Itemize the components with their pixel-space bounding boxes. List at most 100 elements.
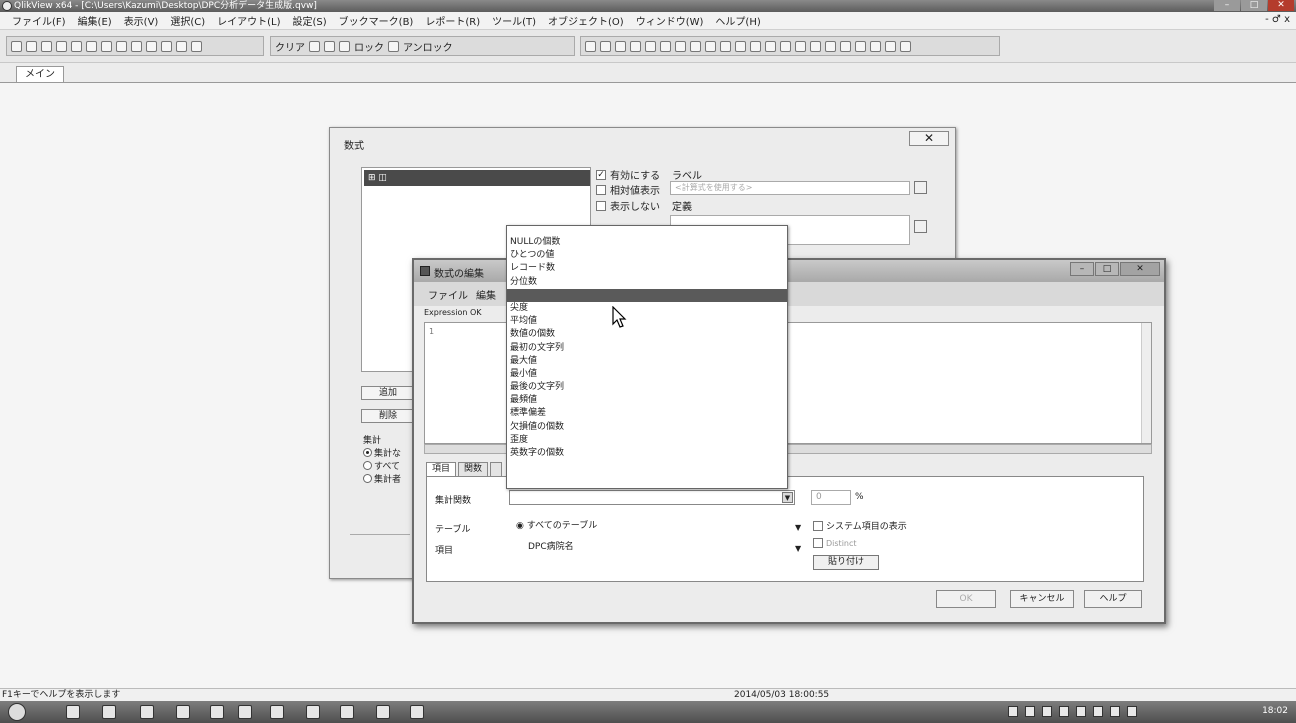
distinct-checkbox[interactable]: [813, 538, 823, 548]
multibox-icon[interactable]: [630, 40, 641, 52]
align-bottom-icon[interactable]: [870, 40, 881, 52]
distinct-checkbox-row[interactable]: Distinct: [813, 538, 857, 548]
open-icon[interactable]: [26, 40, 37, 52]
paste-icon[interactable]: [101, 40, 112, 52]
app-icon[interactable]: [340, 705, 354, 719]
dropdown-option[interactable]: レコード数: [507, 262, 787, 275]
menu-help[interactable]: ヘルプ(H): [709, 13, 766, 28]
chevron-down-icon[interactable]: ▼: [795, 544, 801, 553]
sheet-tab-main[interactable]: メイン: [16, 66, 64, 82]
chevron-down-icon[interactable]: ▼: [782, 492, 793, 503]
tray-icon[interactable]: [1093, 706, 1103, 717]
dropdown-option[interactable]: 最初の文字列: [507, 342, 787, 355]
aggregation-radio-all[interactable]: すべて: [363, 459, 400, 472]
volume-icon[interactable]: [1127, 706, 1137, 717]
menu-object[interactable]: オブジェクト(O): [542, 13, 630, 28]
tab-fields[interactable]: 項目: [426, 462, 457, 476]
delete-button[interactable]: 削除: [361, 409, 415, 423]
slider-icon[interactable]: [750, 40, 761, 52]
label-input[interactable]: <計算式を使用する>: [670, 181, 910, 195]
reload-icon[interactable]: [161, 40, 172, 52]
dropdown-option[interactable]: [507, 288, 787, 302]
dropdown-option[interactable]: 尖度: [507, 302, 787, 315]
system-fields-checkbox[interactable]: [813, 520, 823, 531]
menu-edit[interactable]: 編集(E): [72, 13, 118, 28]
cut-icon[interactable]: [71, 40, 82, 52]
menu-select[interactable]: 選択(C): [164, 13, 211, 28]
edit-menu-edit[interactable]: 編集: [476, 287, 496, 302]
align-top-icon[interactable]: [855, 40, 866, 52]
input-box-icon[interactable]: [675, 40, 686, 52]
dropdown-option[interactable]: 最大値: [507, 355, 787, 368]
menu-reports[interactable]: レポート(R): [419, 13, 486, 28]
chrome-icon[interactable]: [376, 705, 390, 719]
tray-icon[interactable]: [1059, 706, 1069, 717]
add-button[interactable]: 追加: [361, 386, 415, 400]
agg-function-dropdown-list[interactable]: NULLの個数 ひとつの値 レコード数 分位数 尖度 平均値 数値の個数 最初の文字列 最大値最…: [506, 225, 788, 489]
unlock-icon[interactable]: [388, 40, 399, 52]
clear-button[interactable]: クリア: [275, 39, 305, 54]
dropdown-option[interactable]: 英数字の個数: [507, 447, 787, 460]
unlock-button[interactable]: アンロック: [403, 39, 453, 54]
align-right-icon[interactable]: [840, 40, 851, 52]
redo-icon[interactable]: [131, 40, 142, 52]
close-icon[interactable]: ✕: [1120, 262, 1160, 276]
dropdown-option[interactable]: 最小値: [507, 368, 787, 381]
paste-button[interactable]: 貼り付け: [813, 555, 879, 570]
dropdown-option[interactable]: 歪度: [507, 434, 787, 447]
edit-script-icon[interactable]: [146, 40, 157, 52]
align-left-icon[interactable]: [810, 40, 821, 52]
app-icon[interactable]: [176, 705, 190, 719]
agg-function-combobox[interactable]: ▼: [509, 490, 795, 505]
enable-checkbox[interactable]: ✓: [596, 169, 606, 180]
dropdown-option[interactable]: ひとつの値: [507, 249, 787, 262]
relative-checkbox-row[interactable]: 相対値表示: [596, 182, 660, 197]
forward-icon[interactable]: [324, 40, 335, 52]
menu-tools[interactable]: ツール(T): [486, 13, 542, 28]
menu-file[interactable]: ファイル(F): [6, 13, 72, 28]
edit-menu-file[interactable]: ファイル: [428, 287, 468, 302]
explorer-icon[interactable]: [102, 705, 116, 719]
start-button-icon[interactable]: [8, 703, 26, 721]
enable-checkbox-row[interactable]: ✓ 有効にする: [596, 167, 660, 182]
button-object-icon[interactable]: [705, 40, 716, 52]
properties-icon[interactable]: [176, 40, 187, 52]
mdi-controls[interactable]: - ♂ x: [1265, 14, 1290, 25]
bookmark-object-icon[interactable]: [765, 40, 776, 52]
network-icon[interactable]: [1110, 706, 1120, 717]
tab-more[interactable]: [490, 462, 503, 476]
new-icon[interactable]: [11, 40, 22, 52]
app-icon[interactable]: [238, 705, 252, 719]
cancel-button[interactable]: キャンセル: [1010, 590, 1074, 608]
search-object-icon[interactable]: [780, 40, 791, 52]
ie-icon[interactable]: [66, 705, 80, 719]
line-arrow-icon[interactable]: [735, 40, 746, 52]
tray-icon[interactable]: [1076, 706, 1086, 717]
system-fields-checkbox-row[interactable]: システム項目の表示: [813, 519, 907, 532]
app-icon[interactable]: [140, 705, 154, 719]
align-center-icon[interactable]: [825, 40, 836, 52]
maximize-icon[interactable]: □: [1241, 0, 1267, 11]
label-expression-button[interactable]: [914, 181, 927, 194]
format-painter-icon[interactable]: [885, 40, 896, 52]
menu-view[interactable]: 表示(V): [118, 13, 165, 28]
hide-checkbox-row[interactable]: 表示しない: [596, 198, 660, 213]
qlikview-taskbar-icon[interactable]: [410, 705, 424, 719]
dropdown-option[interactable]: 欠損値の個数: [507, 421, 787, 434]
dropdown-option[interactable]: 分位数: [507, 276, 787, 289]
listbox-icon[interactable]: [615, 40, 626, 52]
lock-button[interactable]: ロック: [354, 39, 384, 54]
formula-dialog-close-icon[interactable]: ✕: [909, 131, 949, 146]
dropdown-option[interactable]: NULLの個数: [507, 236, 787, 249]
ok-button[interactable]: OK: [936, 590, 996, 608]
sheet-properties-icon[interactable]: [600, 40, 611, 52]
minimize-icon[interactable]: –: [1214, 0, 1240, 11]
tab-functions[interactable]: 関数: [458, 462, 489, 476]
dropdown-option[interactable]: 最後の文字列: [507, 381, 787, 394]
expression-tree-selected-row[interactable]: ⊞ ◫: [364, 170, 590, 186]
save-icon[interactable]: [41, 40, 52, 52]
menu-bookmarks[interactable]: ブックマーク(B): [333, 13, 420, 28]
percent-input[interactable]: 0: [811, 490, 851, 505]
table-box-icon[interactable]: [645, 40, 656, 52]
copy-icon[interactable]: [86, 40, 97, 52]
